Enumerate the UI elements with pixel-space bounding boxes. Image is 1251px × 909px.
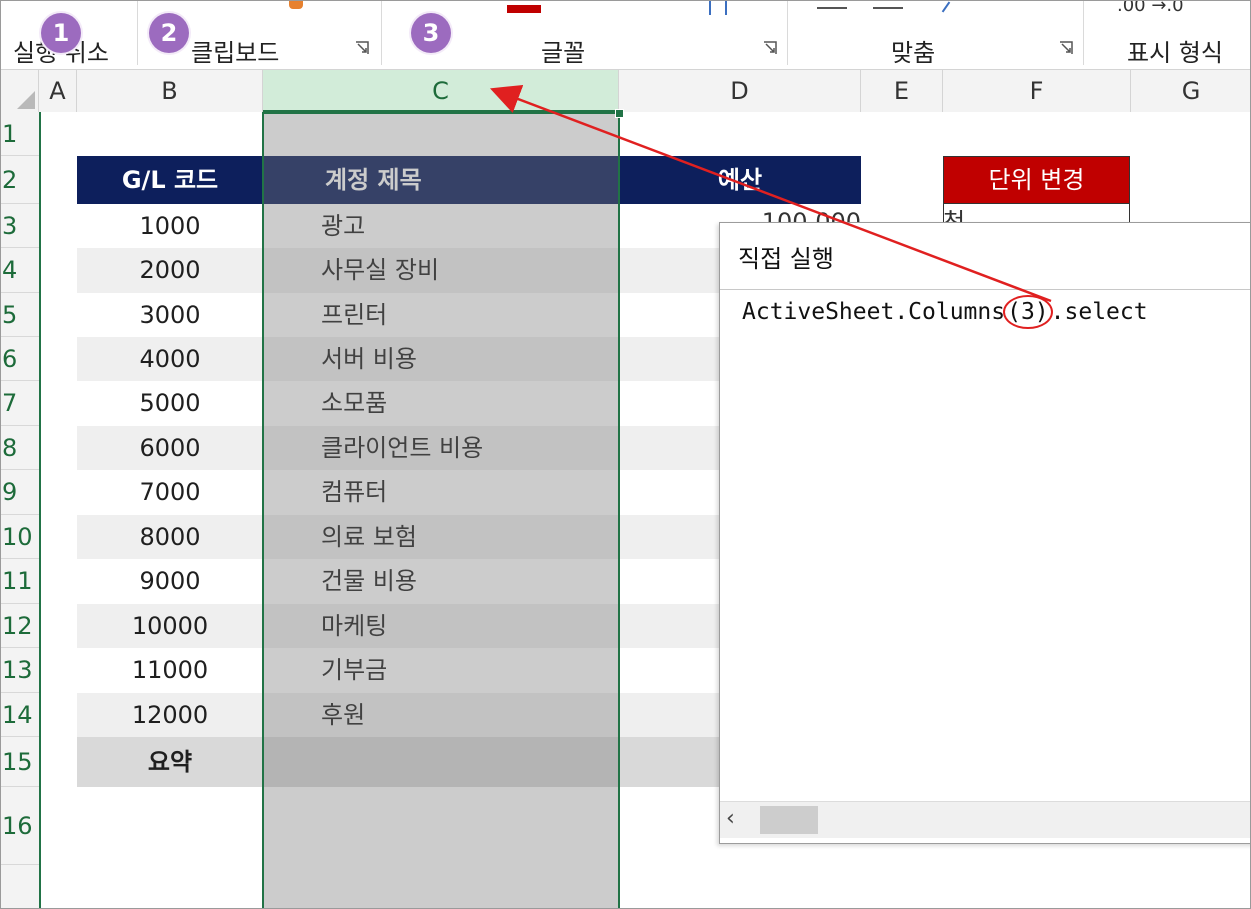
row-header-15[interactable]: 15	[1, 737, 39, 787]
table-cell-code[interactable]: 5000	[77, 381, 263, 426]
cell-border	[943, 204, 944, 222]
horizontal-scrollbar[interactable]: ‹	[720, 801, 1250, 838]
column-header-d[interactable]: D	[619, 70, 861, 112]
font-color-icon[interactable]	[507, 5, 541, 13]
row-header-3[interactable]: 3	[1, 204, 39, 248]
format-painter-icon[interactable]	[289, 1, 303, 9]
immediate-window[interactable]: 직접 실행 ActiveSheet.Columns(3).select ‹	[719, 222, 1250, 844]
ribbon-group-alignment[interactable]: 맞춤	[891, 33, 935, 68]
budget-value-partial: 100,000	[761, 208, 861, 222]
table-cell-code[interactable]: 11000	[77, 648, 263, 693]
ribbon-separator	[137, 1, 138, 65]
row-header-1[interactable]: 1	[1, 112, 39, 156]
column-c-selection-border	[262, 112, 620, 908]
code-suffix: .select	[1050, 299, 1148, 325]
ribbon-separator	[381, 1, 382, 65]
immediate-window-code[interactable]: ActiveSheet.Columns(3).select	[742, 295, 1148, 329]
step-badge-2: 2	[149, 13, 189, 53]
row-header-selection-edge	[39, 112, 41, 908]
ribbon-group-clipboard[interactable]: 클립보드	[191, 33, 279, 68]
orientation-icon[interactable]	[709, 1, 727, 15]
table-cell-code[interactable]: 4000	[77, 337, 263, 381]
table-cell-code[interactable]: 2000	[77, 248, 263, 293]
cell-border	[1129, 204, 1130, 222]
column-header-b[interactable]: B	[77, 70, 263, 112]
unit-change-button[interactable]: 단위 변경	[943, 156, 1130, 204]
align-icon[interactable]	[873, 7, 903, 9]
clipboard-dialog-launcher-icon[interactable]	[355, 41, 369, 55]
scroll-left-icon[interactable]: ‹	[726, 806, 735, 831]
row-header-8[interactable]: 8	[1, 426, 39, 470]
row-header-2[interactable]: 2	[1, 156, 39, 204]
font-dialog-launcher-icon[interactable]	[763, 41, 777, 55]
table-cell-code[interactable]: 7000	[77, 470, 263, 515]
column-header-g[interactable]: G	[1131, 70, 1250, 112]
ribbon-separator	[1083, 1, 1084, 65]
immediate-window-title: 직접 실행	[738, 245, 834, 273]
row-header-5[interactable]: 5	[1, 293, 39, 337]
fill-handle[interactable]	[615, 109, 624, 118]
code-argument-highlight: (3)	[1003, 295, 1053, 329]
row-header-14[interactable]: 14	[1, 693, 39, 737]
row-header-12[interactable]: 12	[1, 604, 39, 648]
select-all-button[interactable]	[1, 70, 39, 112]
column-header-row: A B C D E F G	[1, 70, 1250, 113]
table-cell-code[interactable]: 10000	[77, 604, 263, 648]
table-cell-code[interactable]: 12000	[77, 693, 263, 737]
row-header-9[interactable]: 9	[1, 470, 39, 515]
row-header-6[interactable]: 6	[1, 337, 39, 381]
unit-text-partial: 천	[943, 208, 966, 222]
decimal-format-icon[interactable]: .00 →.0	[1117, 1, 1184, 16]
row-header-4[interactable]: 4	[1, 248, 39, 293]
row-header-16[interactable]: 16	[1, 787, 39, 865]
table-cell-code[interactable]: 3000	[77, 293, 263, 337]
column-header-e[interactable]: E	[861, 70, 943, 112]
row-header-13[interactable]: 13	[1, 648, 39, 693]
indent-icon[interactable]	[941, 1, 951, 13]
summary-label[interactable]: 요약	[77, 737, 263, 787]
column-header-a[interactable]: A	[39, 70, 77, 112]
table-cell-code[interactable]: 1000	[77, 204, 263, 248]
ribbon-group-number[interactable]: 표시 형식	[1127, 33, 1223, 68]
table-cell-code[interactable]: 9000	[77, 559, 263, 604]
row-header-11[interactable]: 11	[1, 559, 39, 604]
step-badge-3: 3	[411, 13, 451, 53]
header-budget[interactable]: 예산	[619, 156, 861, 204]
code-prefix: ActiveSheet.Columns	[742, 299, 1006, 325]
column-header-f[interactable]: F	[943, 70, 1131, 112]
ribbon-separator	[787, 1, 788, 65]
table-cell-code[interactable]: 8000	[77, 515, 263, 559]
alignment-dialog-launcher-icon[interactable]	[1059, 41, 1073, 55]
scrollbar-thumb[interactable]	[760, 806, 818, 834]
row-header-7[interactable]: 7	[1, 381, 39, 426]
step-badge-1: 1	[41, 13, 81, 53]
row-header-column: 1 2 3 4 5 6 7 8 9 10 11 12 13 14 15 16	[1, 112, 40, 908]
ribbon-group-font[interactable]: 글꼴	[541, 33, 585, 68]
immediate-window-titlebar[interactable]: 직접 실행	[720, 223, 1250, 290]
column-header-c[interactable]: C	[263, 70, 619, 112]
align-icon[interactable]	[817, 7, 847, 9]
header-gl-code[interactable]: G/L 코드	[77, 156, 263, 204]
table-cell-code[interactable]: 6000	[77, 426, 263, 470]
row-header-10[interactable]: 10	[1, 515, 39, 559]
excel-window: 실행 취소 클립보드 글꼴 맞춤 표시 형식 .00 →.0 1 2 3 A B…	[0, 0, 1251, 909]
